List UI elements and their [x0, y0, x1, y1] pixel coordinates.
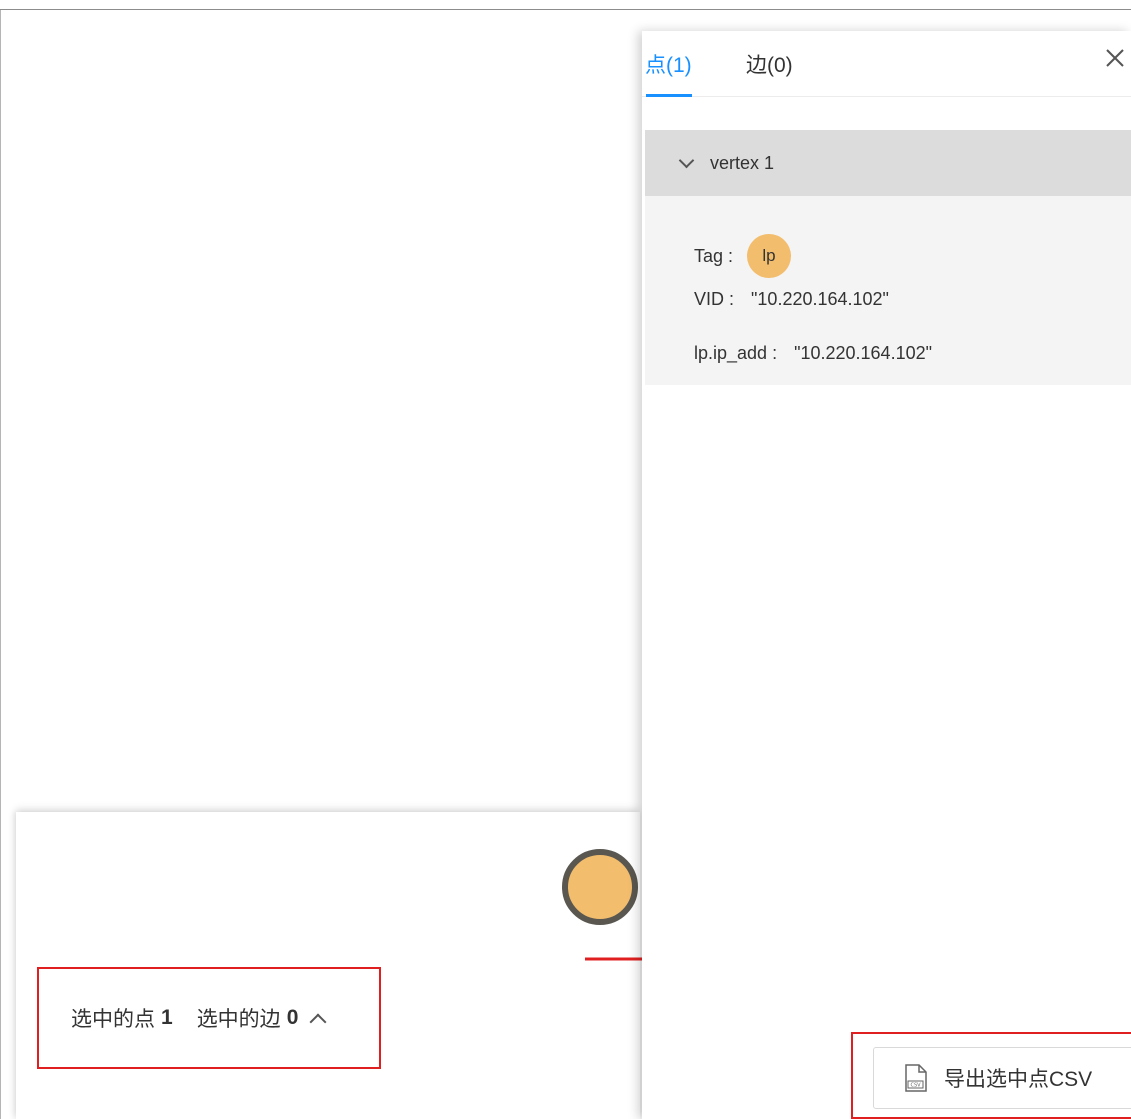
selected-vertices-count: 1 — [161, 1006, 173, 1029]
csv-file-icon: CSV — [905, 1064, 927, 1092]
property-tag: Tag : lp — [694, 234, 792, 278]
tag-chip: lp — [747, 234, 792, 278]
selected-edges-count: 0 — [286, 1006, 299, 1029]
bottom-canvas-panel — [16, 812, 640, 1119]
close-icon[interactable] — [1102, 45, 1128, 71]
selected-edges-label: 选中的边 — [196, 1008, 281, 1031]
property-tag-key: Tag : — [694, 245, 734, 266]
property-ip-add-value: "10.220.164.102" — [794, 343, 932, 363]
property-vid: VID : "10.220.164.102" — [694, 289, 889, 310]
vertex-properties: Tag : lp VID : "10.220.164.102" lp.ip_ad… — [645, 196, 1131, 385]
export-csv-label: 导出选中点CSV — [944, 1068, 1093, 1091]
property-vid-value: "10.220.164.102" — [751, 289, 889, 309]
property-vid-key: VID : — [694, 289, 735, 309]
chevron-down-icon — [678, 152, 695, 168]
details-side-panel: 点(1) 边(0) vertex 1 Tag : lp VID : "10.22… — [642, 31, 1131, 1119]
vertex-collapse-header[interactable]: vertex 1 — [645, 130, 1131, 196]
tab-edges[interactable]: 边(0) — [746, 49, 793, 79]
active-tab-indicator — [646, 94, 692, 97]
details-tabs: 点(1) 边(0) — [642, 31, 1131, 97]
selected-vertices-label: 选中的点 — [71, 1008, 155, 1031]
chevron-up-icon[interactable] — [309, 1013, 327, 1031]
svg-text:CSV: CSV — [910, 1083, 921, 1089]
window-top-bar — [0, 0, 1131, 10]
export-csv-button[interactable]: CSV 导出选中点CSV — [873, 1047, 1131, 1109]
selection-stats-bar[interactable]: 选中的点 1 选中的边 0 — [37, 967, 381, 1069]
property-ip-add: lp.ip_add : "10.220.164.102" — [694, 343, 932, 364]
vertex-title: vertex 1 — [710, 152, 775, 173]
tab-vertices[interactable]: 点(1) — [645, 49, 692, 79]
property-ip-add-key: lp.ip_add : — [694, 343, 778, 363]
graph-vertex-node[interactable] — [562, 849, 638, 925]
